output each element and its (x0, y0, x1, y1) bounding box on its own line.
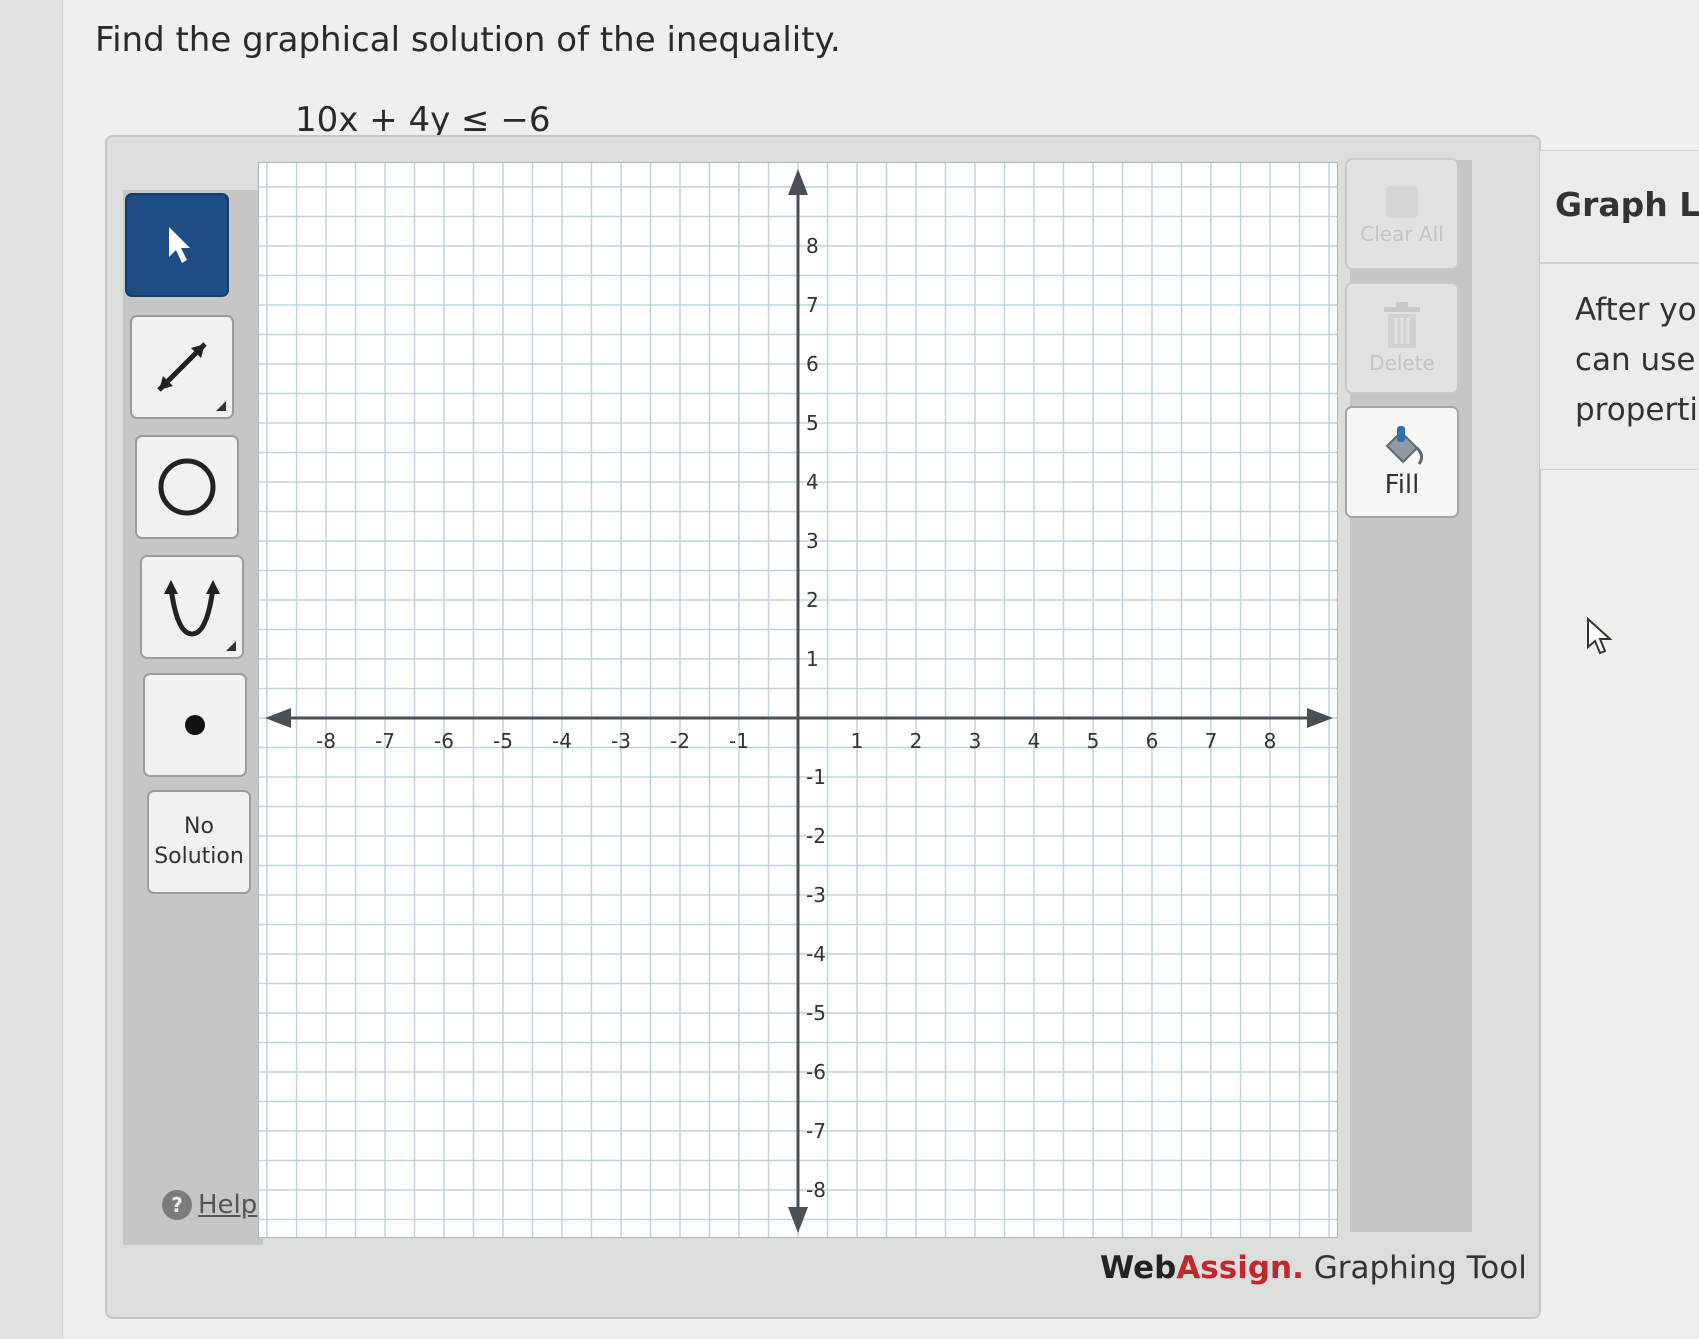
question-text: Find the graphical solution of the inequ… (95, 20, 841, 60)
panel-text-line-1: After you (1575, 292, 1699, 328)
parabola-icon (164, 580, 220, 637)
y-tick-label: -2 (806, 824, 826, 848)
y-tick-label: 4 (806, 470, 819, 494)
y-tick-label: 6 (806, 352, 819, 376)
brand-tool-name: Graphing Tool (1303, 1250, 1527, 1286)
point-tool-button[interactable] (143, 673, 247, 777)
tool-options-indicator (216, 401, 226, 411)
panel-text-line-2: can use (1575, 342, 1696, 378)
x-tick-label: -4 (552, 729, 572, 753)
parabola-tool-button[interactable] (140, 555, 244, 659)
x-tick-label: 3 (969, 729, 982, 753)
x-tick-label: 7 (1205, 729, 1218, 753)
panel-divider (1540, 262, 1699, 264)
no-solution-button[interactable]: No Solution (147, 790, 251, 894)
x-axis-arrow-left (265, 708, 291, 728)
x-tick-label: -1 (729, 729, 749, 753)
y-tick-label: 1 (806, 647, 819, 671)
clear-all-label: Clear All (1360, 222, 1444, 246)
y-tick-label: 3 (806, 529, 819, 553)
inequality-expression: 10x + 4y ≤ −6 (295, 100, 551, 140)
mouse-cursor-icon (1587, 617, 1613, 655)
x-tick-label: -7 (375, 729, 395, 753)
graph-layers-title: Graph La (1555, 185, 1699, 224)
y-tick-label: -4 (806, 942, 826, 966)
y-tick-label: -1 (806, 765, 826, 789)
y-tick-label: -5 (806, 1001, 826, 1025)
trash-icon (1384, 302, 1420, 348)
x-tick-label: 2 (910, 729, 923, 753)
line-tool-button[interactable] (130, 315, 234, 419)
x-tick-label: -3 (611, 729, 631, 753)
help-icon: ? (162, 1190, 192, 1220)
arrow-pointer-icon (169, 227, 190, 263)
brand-web: Web (1100, 1250, 1177, 1286)
clear-all-icon (1386, 186, 1418, 218)
point-icon (185, 715, 205, 735)
no-solution-label-line2: Solution (154, 844, 244, 869)
x-tick-label: 8 (1264, 729, 1277, 753)
y-tick-label: 5 (806, 411, 819, 435)
x-tick-label: -6 (434, 729, 454, 753)
panel-text-line-3: propertie (1575, 392, 1699, 428)
fill-button[interactable]: Fill (1345, 406, 1459, 518)
x-tick-label: 5 (1087, 729, 1100, 753)
y-tick-label: 7 (806, 293, 819, 317)
x-tick-label: 4 (1028, 729, 1041, 753)
coordinate-plane[interactable]: -8 -7 -6 -5 -4 -3 -2 -1 1 2 3 4 5 6 7 8 8 7 6 5 4 3 2 1 -1 -2 -3 -4… (259, 163, 1337, 1237)
y-tick-label: -7 (806, 1119, 826, 1143)
y-tick-label: 8 (806, 234, 819, 258)
delete-label: Delete (1369, 351, 1435, 375)
y-tick-label: -3 (806, 883, 826, 907)
x-tick-label: 1 (851, 729, 864, 753)
tool-options-indicator (226, 641, 236, 651)
paint-bucket-icon (1385, 426, 1424, 465)
no-solution-label-line1: No (184, 814, 214, 839)
y-tick-label: -6 (806, 1060, 826, 1084)
circle-tool-button[interactable] (135, 435, 239, 539)
left-gutter (0, 0, 63, 1339)
fill-label: Fill (1384, 470, 1420, 500)
y-tick-label: -8 (806, 1178, 826, 1202)
webassign-branding: WebAssign. Graphing Tool (1100, 1250, 1527, 1286)
x-tick-label: -8 (316, 729, 336, 753)
x-tick-label: -5 (493, 729, 513, 753)
select-tool-button[interactable] (125, 193, 229, 297)
y-axis-arrow-up (788, 169, 808, 195)
brand-assign: Assign. (1176, 1250, 1304, 1286)
line-icon (157, 342, 207, 392)
x-tick-label: -2 (670, 729, 690, 753)
delete-button[interactable]: Delete (1345, 282, 1459, 394)
help-label: Help (198, 1190, 258, 1220)
circle-icon (158, 458, 216, 516)
y-tick-label: 2 (806, 588, 819, 612)
help-link[interactable]: ? Help (162, 1190, 257, 1220)
graph-canvas[interactable]: -8 -7 -6 -5 -4 -3 -2 -1 1 2 3 4 5 6 7 8 8 7 6 5 4 3 2 1 -1 -2 -3 -4… (258, 162, 1338, 1238)
clear-all-button[interactable]: Clear All (1345, 158, 1459, 270)
x-tick-label: 6 (1146, 729, 1159, 753)
